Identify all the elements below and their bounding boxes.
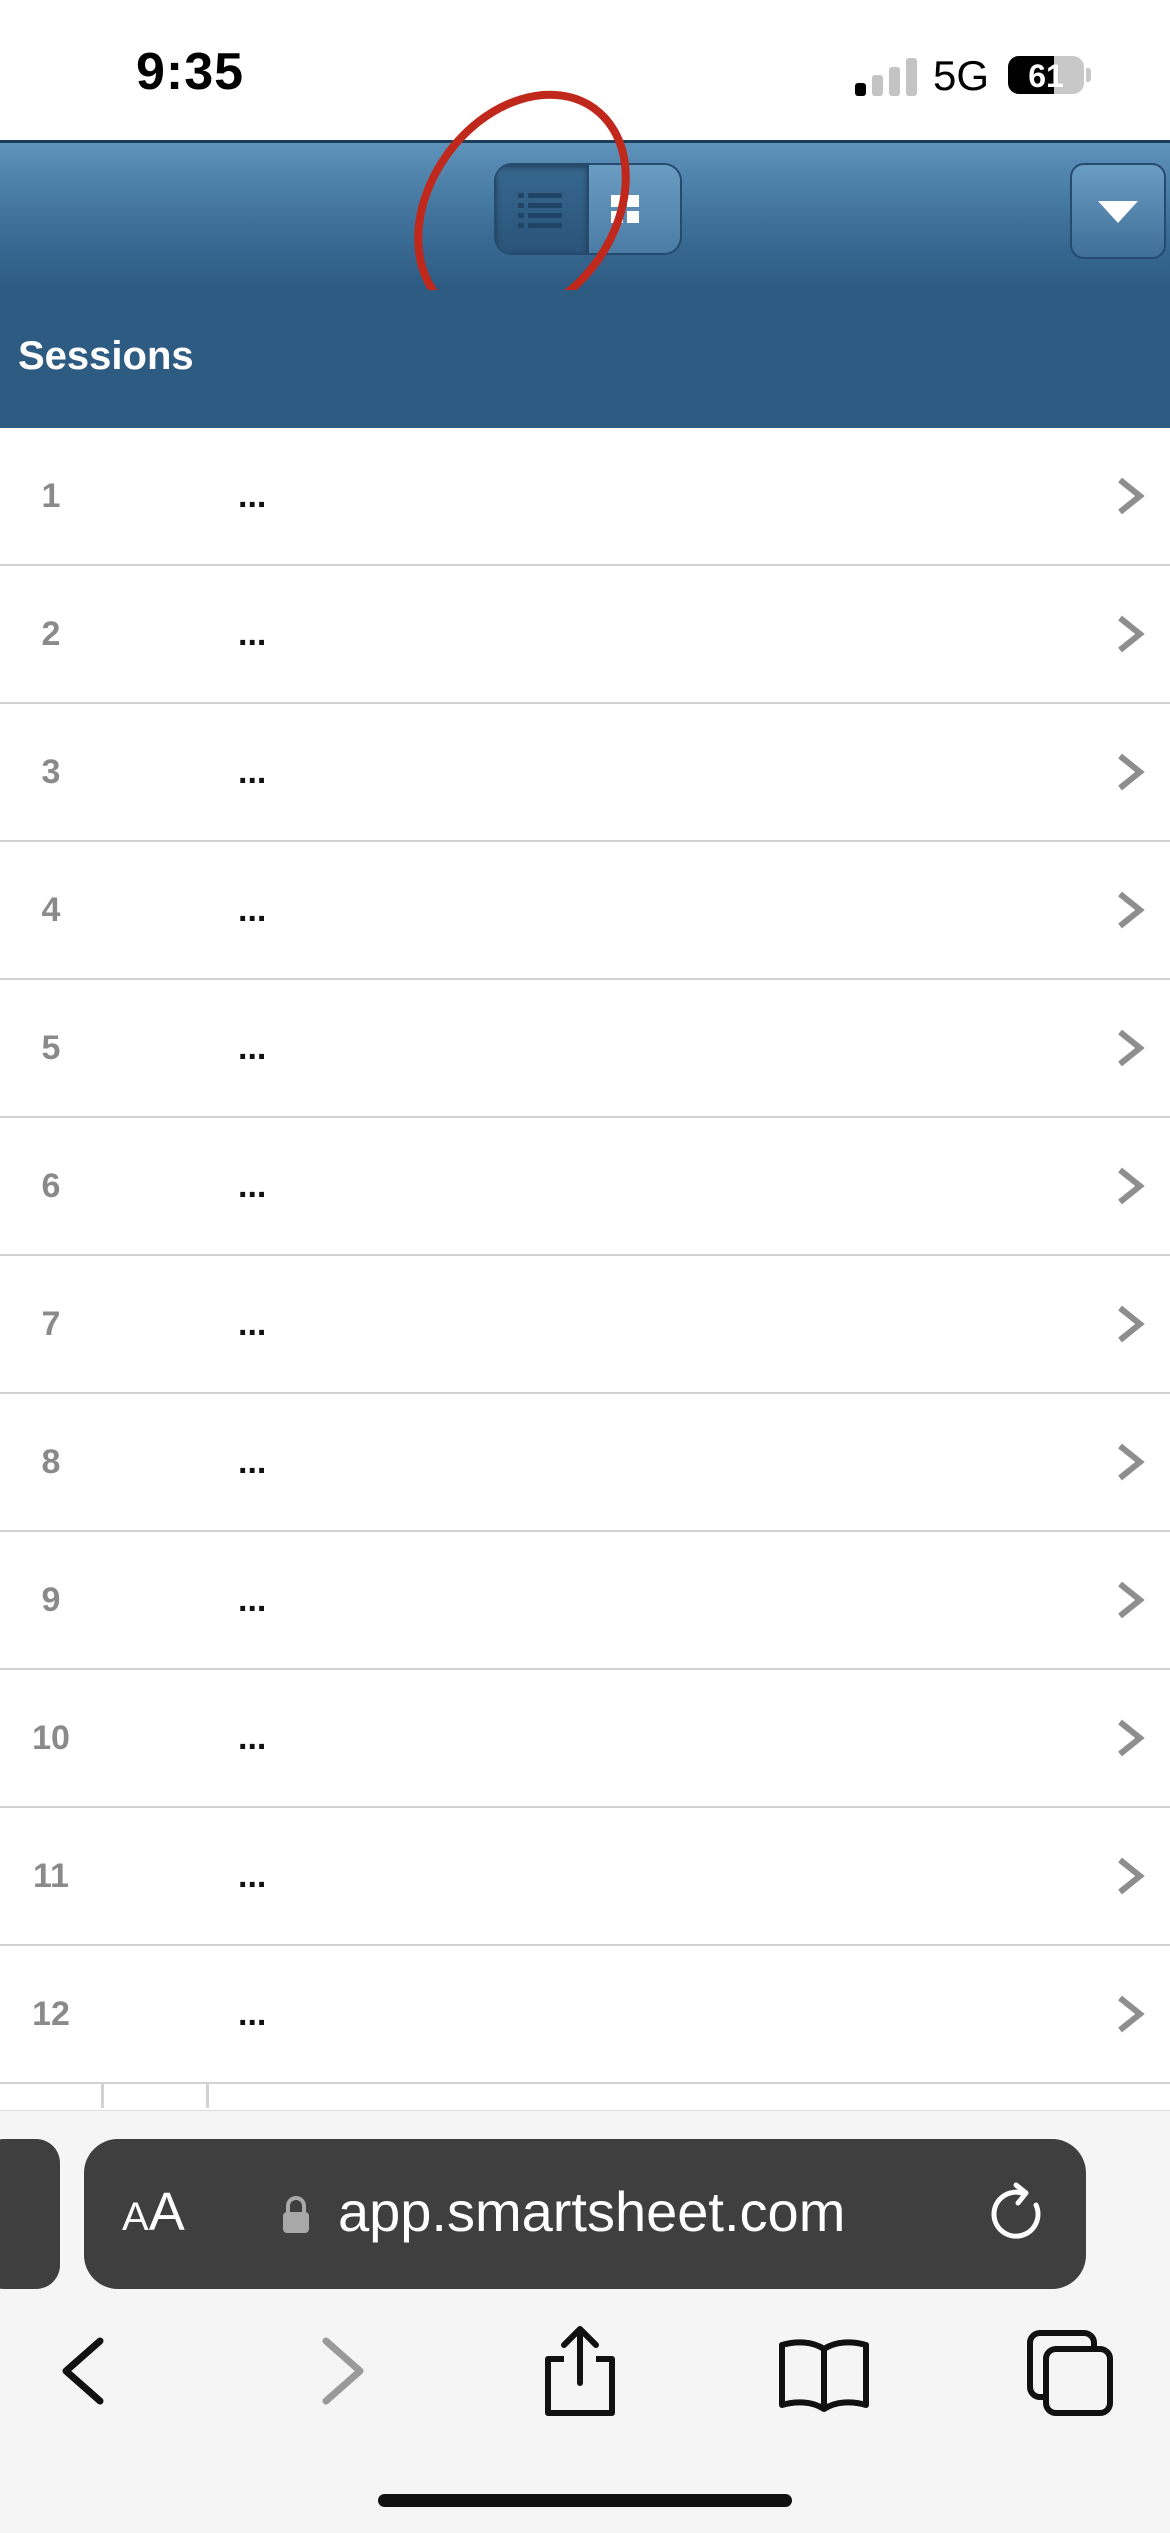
row-number: 1 xyxy=(41,477,61,515)
home-indicator xyxy=(378,2494,792,2507)
reload-icon[interactable] xyxy=(984,2179,1054,2249)
row-value: ... xyxy=(238,753,267,791)
row-cell xyxy=(102,1670,208,1806)
row-cell xyxy=(102,428,208,564)
row-number: 2 xyxy=(41,615,61,653)
table-row[interactable]: 11 ... xyxy=(0,1808,1170,1946)
row-value: ... xyxy=(238,1305,267,1343)
table-row[interactable]: 3 ... xyxy=(0,704,1170,842)
row-number: 6 xyxy=(41,1167,61,1205)
list-view-button[interactable] xyxy=(496,165,589,253)
text-size-button[interactable]: AA xyxy=(122,2181,185,2243)
table-row[interactable]: 9 ... xyxy=(0,1532,1170,1670)
chevron-right-icon xyxy=(1118,615,1145,653)
row-number: 4 xyxy=(41,891,61,929)
chevron-right-icon xyxy=(1118,1719,1145,1757)
row-number: 8 xyxy=(41,1443,61,1481)
chevron-right-icon xyxy=(1118,753,1145,791)
forward-icon[interactable] xyxy=(290,2321,390,2421)
section-header: Sessions xyxy=(0,290,1170,428)
grid-view-button[interactable] xyxy=(589,165,680,253)
row-cell xyxy=(102,980,208,1116)
row-cell xyxy=(102,1256,208,1392)
dropdown-menu-button[interactable] xyxy=(1070,163,1166,259)
share-icon[interactable] xyxy=(530,2321,630,2421)
lock-icon xyxy=(283,2196,309,2233)
row-number: 9 xyxy=(41,1581,61,1619)
section-title: Sessions xyxy=(18,334,194,378)
chevron-right-icon xyxy=(1118,477,1145,515)
back-icon[interactable] xyxy=(36,2321,136,2421)
text-size-large-label: A xyxy=(148,2182,185,2242)
triangle-down-icon xyxy=(1098,201,1138,223)
row-value: ... xyxy=(238,615,267,653)
previous-tab-preview[interactable] xyxy=(0,2139,60,2289)
network-type: 5G xyxy=(933,52,990,99)
table-row[interactable]: 10 ... xyxy=(0,1670,1170,1808)
bookmarks-icon[interactable] xyxy=(774,2321,874,2421)
row-value: ... xyxy=(238,1995,267,2033)
row-cell xyxy=(102,1808,208,1944)
row-number: 10 xyxy=(32,1719,70,1757)
table-row[interactable]: 6 ... xyxy=(0,1118,1170,1256)
battery-cap xyxy=(1086,68,1091,82)
grid-view-icon xyxy=(611,195,639,223)
address-bar[interactable]: AA app.smartsheet.com xyxy=(84,2139,1086,2289)
table-row[interactable]: 5 ... xyxy=(0,980,1170,1118)
url-text[interactable]: app.smartsheet.com xyxy=(338,2179,845,2244)
list-view-icon xyxy=(518,193,562,228)
row-value: ... xyxy=(238,891,267,929)
row-number: 11 xyxy=(33,1857,69,1895)
status-time: 9:35 xyxy=(136,43,245,101)
table-row[interactable]: 7 ... xyxy=(0,1256,1170,1394)
row-value: ... xyxy=(238,1167,267,1205)
row-value: ... xyxy=(238,1029,267,1067)
row-value: ... xyxy=(238,1719,267,1757)
table-row[interactable]: 8 ... xyxy=(0,1394,1170,1532)
chevron-right-icon xyxy=(1118,1029,1145,1067)
chevron-right-icon xyxy=(1118,1167,1145,1205)
row-value: ... xyxy=(238,477,267,515)
tabs-icon[interactable] xyxy=(1020,2321,1120,2421)
app-header xyxy=(0,140,1170,290)
table-row[interactable]: 1 ... xyxy=(0,428,1170,566)
row-cell xyxy=(102,842,208,978)
chevron-right-icon xyxy=(1118,1995,1145,2033)
table-row[interactable]: 4 ... xyxy=(0,842,1170,980)
row-cell xyxy=(102,1394,208,1530)
view-toggle xyxy=(494,163,682,255)
chevron-right-icon xyxy=(1118,1443,1145,1481)
row-cell xyxy=(102,1118,208,1254)
battery-icon: 61 xyxy=(1008,56,1084,94)
row-value: ... xyxy=(238,1857,267,1895)
sessions-list: 1 ... 2 ... 3 ... 4 ... 5 ... 6 ... 7 ..… xyxy=(0,428,1170,2084)
chevron-right-icon xyxy=(1118,1581,1145,1619)
browser-toolbar: AA app.smartsheet.com xyxy=(0,2110,1170,2533)
table-row[interactable]: 2 ... xyxy=(0,566,1170,704)
text-size-small-label: A xyxy=(122,2195,149,2239)
row-value: ... xyxy=(238,1581,267,1619)
row-number: 12 xyxy=(32,1995,70,2033)
row-number: 3 xyxy=(41,753,61,791)
row-number: 5 xyxy=(41,1029,61,1067)
signal-strength-icon xyxy=(855,58,917,96)
chevron-right-icon xyxy=(1118,891,1145,929)
row-number: 7 xyxy=(41,1305,61,1343)
battery-level: 61 xyxy=(1028,58,1064,94)
status-bar: 9:35 5G 61 xyxy=(0,0,1170,140)
row-value: ... xyxy=(238,1443,267,1481)
chevron-right-icon xyxy=(1118,1857,1145,1895)
table-row[interactable]: 12 ... xyxy=(0,1946,1170,2084)
chevron-right-icon xyxy=(1118,1305,1145,1343)
row-cell xyxy=(102,704,208,840)
row-cell xyxy=(102,566,208,702)
row-cell xyxy=(102,1946,208,2082)
row-cell xyxy=(102,1532,208,1668)
